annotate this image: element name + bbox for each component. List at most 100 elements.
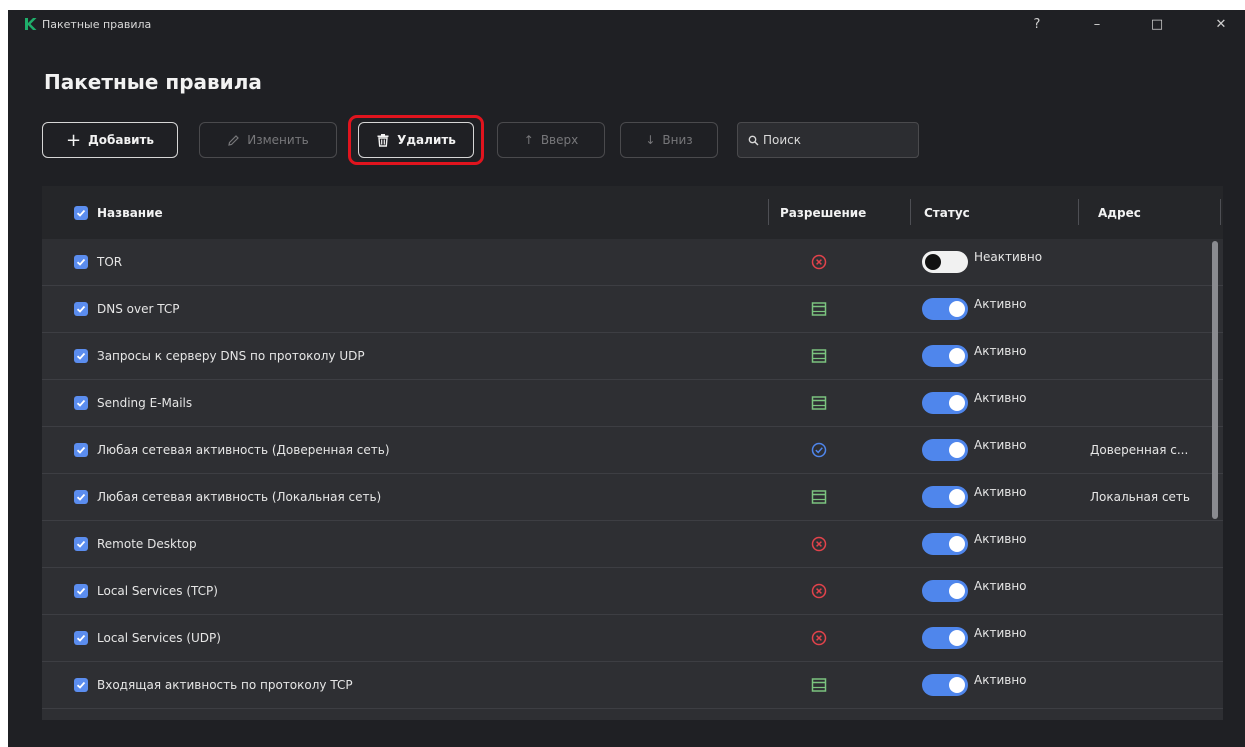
status-toggle[interactable]	[922, 486, 968, 508]
row-name-cell: Запросы к серверу DNS по протоколу UDP	[74, 333, 365, 379]
toggle-knob	[949, 395, 965, 411]
status-label: Неактивно	[974, 250, 1043, 264]
table-row[interactable]: Sending E-Mails Активно	[42, 380, 1223, 427]
rule-window-icon	[811, 490, 827, 504]
status-toggle[interactable]	[922, 392, 968, 414]
delete-button[interactable]: Удалить	[358, 122, 474, 158]
row-name-cell: Входящая активность по протоколу TCP	[74, 662, 353, 708]
rule-window-icon	[811, 302, 827, 316]
close-button[interactable]: ✕	[1204, 14, 1238, 36]
column-name-label: Название	[97, 205, 163, 220]
search-input[interactable]: Поиск	[737, 122, 919, 158]
toggle-knob	[949, 442, 965, 458]
status-toggle[interactable]	[922, 580, 968, 602]
window-title: Пакетные правила	[42, 18, 152, 31]
checkmark-icon	[76, 209, 86, 217]
row-checkbox[interactable]	[74, 584, 88, 598]
maximize-button[interactable]: □	[1140, 14, 1174, 36]
checkmark-icon	[76, 540, 86, 548]
row-checkbox[interactable]	[74, 678, 88, 692]
status-label: Активно	[974, 532, 1027, 546]
rule-name: Sending E-Mails	[97, 396, 193, 410]
select-all-checkbox[interactable]	[74, 205, 88, 220]
column-divider[interactable]	[1220, 199, 1221, 225]
row-name-cell: Remote Desktop	[74, 521, 197, 567]
row-checkbox[interactable]	[74, 302, 88, 316]
status-toggle[interactable]	[922, 345, 968, 367]
status-label: Активно	[974, 297, 1027, 311]
trash-icon	[377, 134, 389, 147]
row-name-cell: Sending E-Mails	[74, 380, 192, 426]
status-toggle[interactable]	[922, 439, 968, 461]
row-name-cell: Любая сетевая активность (Локальная сеть…	[74, 474, 381, 520]
status-toggle[interactable]	[922, 251, 968, 273]
row-checkbox[interactable]	[74, 490, 88, 504]
checkmark-icon	[76, 587, 86, 595]
move-up-button-label: Вверх	[540, 133, 579, 147]
column-divider[interactable]	[1078, 199, 1079, 225]
checkmark-icon	[76, 258, 86, 266]
rule-window-icon	[811, 678, 827, 692]
table-row[interactable]: Любая сетевая активность (Локальная сеть…	[42, 474, 1223, 521]
table-row[interactable]: TOR Неактивно	[42, 239, 1223, 286]
table-row[interactable]: Local Services (UDP) Активно	[42, 615, 1223, 662]
table-row[interactable]: Любая сетевая активность (Доверенная сет…	[42, 427, 1223, 474]
help-button[interactable]: ?	[1020, 14, 1054, 36]
rule-name: DNS over TCP	[97, 302, 180, 316]
status-toggle[interactable]	[922, 627, 968, 649]
status-label: Активно	[974, 344, 1027, 358]
add-button[interactable]: + Добавить	[42, 122, 178, 158]
table-row[interactable]: DNS over TCP Активно	[42, 286, 1223, 333]
table-row[interactable]: Local Services (TCP) Активно	[42, 568, 1223, 615]
move-up-button[interactable]: ↑ Вверх	[497, 122, 605, 158]
search-placeholder: Поиск	[763, 133, 802, 147]
column-header-permission[interactable]: Разрешение	[780, 186, 866, 239]
status-label: Активно	[974, 391, 1027, 405]
pencil-icon	[228, 134, 240, 146]
status-label: Активно	[974, 485, 1027, 499]
edit-button[interactable]: Изменить	[199, 122, 337, 158]
row-name-cell: Любая сетевая активность (Доверенная сет…	[74, 427, 390, 473]
arrow-up-icon: ↑	[523, 133, 534, 147]
rule-name: Remote Desktop	[97, 537, 197, 551]
block-icon	[811, 630, 827, 646]
row-checkbox[interactable]	[74, 631, 88, 645]
rule-name: Входящая активность по протоколу TCP	[97, 678, 353, 692]
toggle-knob	[949, 301, 965, 317]
minimize-button[interactable]: –	[1080, 14, 1114, 36]
app-window: Пакетные правила ? – □ ✕ Пакетные правил…	[8, 10, 1245, 747]
row-checkbox[interactable]	[74, 443, 88, 457]
column-header-address[interactable]: Адрес	[1098, 186, 1141, 239]
status-toggle[interactable]	[922, 533, 968, 555]
plus-icon: +	[65, 129, 82, 151]
table-row[interactable]: Remote Desktop Активно	[42, 521, 1223, 568]
toggle-knob	[949, 630, 965, 646]
vertical-scrollbar[interactable]	[1210, 239, 1222, 720]
row-name-cell: TOR	[74, 239, 122, 285]
column-header-status[interactable]: Статус	[924, 186, 970, 239]
row-checkbox[interactable]	[74, 537, 88, 551]
toggle-knob	[949, 536, 965, 552]
scrollbar-thumb[interactable]	[1212, 241, 1218, 519]
column-divider[interactable]	[910, 199, 911, 225]
column-header-name[interactable]: Название	[74, 186, 163, 239]
table-row[interactable]: Входящая активность по протоколу TCP Акти…	[42, 662, 1223, 709]
table-row[interactable]: Запросы к серверу DNS по протоколу UDP Ак…	[42, 333, 1223, 380]
search-icon	[748, 135, 759, 145]
column-divider[interactable]	[768, 199, 769, 225]
status-toggle[interactable]	[922, 674, 968, 696]
row-name-cell: Local Services (UDP)	[74, 615, 221, 661]
status-toggle[interactable]	[922, 298, 968, 320]
row-checkbox[interactable]	[74, 255, 88, 269]
address-cell: Доверенная с...	[1090, 443, 1189, 457]
row-checkbox[interactable]	[74, 349, 88, 363]
rule-window-icon	[811, 396, 827, 410]
status-label: Активно	[974, 579, 1027, 593]
move-down-button[interactable]: ↓ Вниз	[620, 122, 718, 158]
rule-window-icon	[811, 349, 827, 363]
rules-table: Название Разрешение Статус Адрес TOR Неак…	[42, 186, 1223, 720]
row-name-cell: DNS over TCP	[74, 286, 179, 332]
toggle-knob	[949, 489, 965, 505]
row-checkbox[interactable]	[74, 396, 88, 410]
row-name-cell: Local Services (TCP)	[74, 568, 218, 614]
